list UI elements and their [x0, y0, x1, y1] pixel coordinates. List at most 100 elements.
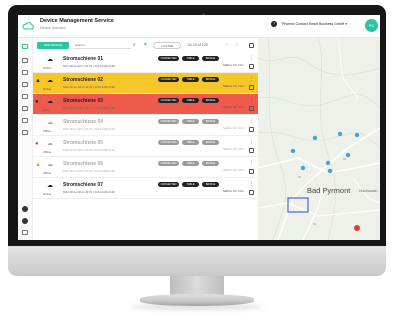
row-tag: CONNECTED	[158, 140, 179, 145]
filter-icon[interactable]: ▼	[143, 42, 148, 49]
row-tag: BRIDGE	[202, 56, 219, 61]
row-tag: TABLE	[182, 56, 199, 61]
pagination-range: 01-10 of 120	[188, 43, 208, 47]
help-icon[interactable]: ?	[271, 21, 277, 27]
sidebar-users-icon[interactable]	[22, 58, 28, 63]
sidebar-logout-icon[interactable]	[22, 230, 28, 235]
sidebar-files-icon[interactable]	[22, 118, 28, 123]
cloud-icon: ☁	[47, 120, 53, 126]
row-tag: TABLE	[182, 77, 199, 82]
row-tag: BRIDGE	[202, 119, 219, 124]
table-row[interactable]: ☁ Offline Stromschiene 04 MAC:00:1e:b8:cc:3…	[33, 115, 258, 136]
search-input[interactable]	[73, 42, 131, 49]
company-selector[interactable]: Phoenix Contact Smart Business GmbH ▾	[282, 22, 347, 26]
avatar[interactable]: PC	[365, 19, 378, 32]
row-subtitle: MAC:00:1e:b8:cc:30:70 | 2014-3100-1190	[63, 85, 115, 89]
row-status-label: Offline	[43, 150, 52, 154]
row-meta: SERIAL NO. 1011	[223, 85, 244, 88]
row-tag: TABLE	[182, 182, 199, 187]
row-checkbox[interactable]	[249, 190, 254, 195]
sidebar-alerts-icon[interactable]	[22, 106, 28, 111]
row-subtitle: MAC:00:1e:b8:cc:30:70 | 2014-3100-1190	[63, 148, 115, 152]
row-tag: TABLE	[182, 161, 199, 166]
cloud-icon: ☁	[47, 183, 53, 189]
app-title: Device Management Service	[40, 18, 114, 24]
device-list-panel: ADD DEVICE ⌕ ▼ + FILTER 01-10 of 120 ‹ ›…	[33, 38, 258, 240]
more-options-icon[interactable]: ⋮	[249, 118, 254, 124]
row-tag: CONNECTED	[158, 77, 179, 82]
row-tag: TABLE	[182, 140, 199, 145]
row-subtitle: MAC:00:1e:b8:cc:30:70 | 2014-3100-1190	[63, 190, 115, 194]
row-meta: SERIAL NO. 1011	[223, 127, 244, 130]
more-options-icon[interactable]: ⋮	[249, 139, 254, 145]
more-options-icon[interactable]: ⋮	[249, 181, 254, 187]
table-row[interactable]: ☁ Online Stromschiene 07 MAC:00:1e:b8:cc:30…	[33, 178, 258, 199]
row-title: Stromschiene 02	[63, 77, 104, 83]
row-checkbox[interactable]	[249, 64, 254, 69]
table-row[interactable]: ▲ ☁ Offline Stromschiene 06 MAC:00:1e:b8:cc:…	[33, 157, 258, 178]
row-subtitle: MAC:00:1e:b8:cc:30:70 | 2014-3100-1190	[63, 169, 115, 173]
table-row[interactable]: ● ☁ Offline Stromschiene 05 MAC:00:1e:b8:cc:…	[33, 136, 258, 157]
row-tag: BRIDGE	[202, 161, 219, 166]
status-warning-icon: ●	[35, 99, 39, 105]
row-subtitle: MAC:00:1e:b8:cc:30:70 | 2014-3100-1190	[63, 64, 115, 68]
more-options-icon[interactable]: ⋮	[249, 76, 254, 82]
app-subtitle: Device overview	[40, 26, 66, 30]
status-warning-icon: ▲	[35, 78, 41, 84]
row-meta: SERIAL NO. 1011	[223, 106, 244, 109]
sidebar-network-icon[interactable]	[22, 70, 28, 75]
row-status-label: Online	[43, 192, 52, 196]
table-row[interactable]: ☁ Online Stromschiene 01 MAC:00:1e:b8:cc:30…	[33, 52, 258, 73]
row-status-label: Error	[43, 108, 50, 112]
row-title: Stromschiene 07	[63, 182, 104, 188]
sidebar-devices-icon[interactable]	[22, 44, 28, 49]
row-tag: BRIDGE	[202, 98, 219, 103]
row-tag: TABLE	[182, 98, 199, 103]
app-screen: Device Management Service Device overvie…	[18, 15, 380, 240]
row-title: Stromschiene 04	[63, 119, 104, 125]
more-options-icon[interactable]: ⋮	[249, 55, 254, 61]
table-row[interactable]: ● ☁ Error Stromschiene 03 MAC:00:1e:b8:cc:30…	[33, 94, 258, 115]
row-checkbox[interactable]	[249, 169, 254, 174]
row-meta: SERIAL NO. 1011	[223, 190, 244, 193]
sidebar-settings-icon[interactable]	[22, 130, 28, 135]
next-page-button[interactable]: ›	[236, 42, 238, 49]
cloud-icon: ☁	[47, 141, 53, 147]
more-options-icon[interactable]: ⋮	[249, 97, 254, 103]
sidebar-storage-icon[interactable]	[22, 94, 28, 99]
row-checkbox[interactable]	[249, 127, 254, 132]
row-subtitle: MAC:00:1e:b8:cc:30:70 | 2014-3100-1190	[63, 127, 115, 131]
more-options-icon[interactable]: ⋮	[249, 160, 254, 166]
sidebar	[18, 38, 33, 240]
row-title: Stromschiene 06	[63, 161, 104, 167]
filter-button[interactable]: + FILTER	[153, 42, 181, 49]
prev-page-button[interactable]: ‹	[226, 42, 228, 49]
row-title: Stromschiene 03	[63, 98, 104, 104]
cloud-icon: ☁	[47, 162, 53, 168]
row-tag: TABLE	[182, 119, 199, 124]
search-icon[interactable]: ⌕	[133, 42, 136, 49]
row-tag: CONNECTED	[158, 161, 179, 166]
row-tag: BRIDGE	[202, 77, 219, 82]
sidebar-cloud-icon[interactable]	[22, 82, 28, 87]
row-status-label: Online	[43, 66, 52, 70]
map-panel[interactable]: Bad Pyrmont Holzhausen	[258, 38, 380, 240]
sidebar-help-icon[interactable]	[22, 218, 28, 224]
status-warning-icon: ▲	[35, 162, 41, 168]
app-header: Device Management Service Device overvie…	[18, 15, 380, 38]
list-toolbar: ADD DEVICE ⌕ ▼ + FILTER 01-10 of 120 ‹ ›	[33, 38, 258, 52]
row-checkbox[interactable]	[249, 106, 254, 111]
row-checkbox[interactable]	[249, 148, 254, 153]
row-tag: CONNECTED	[158, 182, 179, 187]
add-device-button[interactable]: ADD DEVICE	[37, 42, 69, 49]
row-tag: BRIDGE	[202, 182, 219, 187]
row-checkbox[interactable]	[249, 85, 254, 90]
row-meta: SERIAL NO. 1011	[223, 64, 244, 67]
map-city-label: Bad Pyrmont	[307, 186, 351, 195]
monitor-stand-neck	[170, 276, 224, 296]
row-title: Stromschiene 01	[63, 56, 104, 62]
select-all-checkbox[interactable]	[249, 43, 254, 48]
table-row[interactable]: ▲ ☁ Online Stromschiene 02 MAC:00:1e:b8:cc:3…	[33, 73, 258, 94]
sidebar-info-icon[interactable]	[22, 206, 28, 212]
row-meta: SERIAL NO. 1011	[223, 148, 244, 151]
